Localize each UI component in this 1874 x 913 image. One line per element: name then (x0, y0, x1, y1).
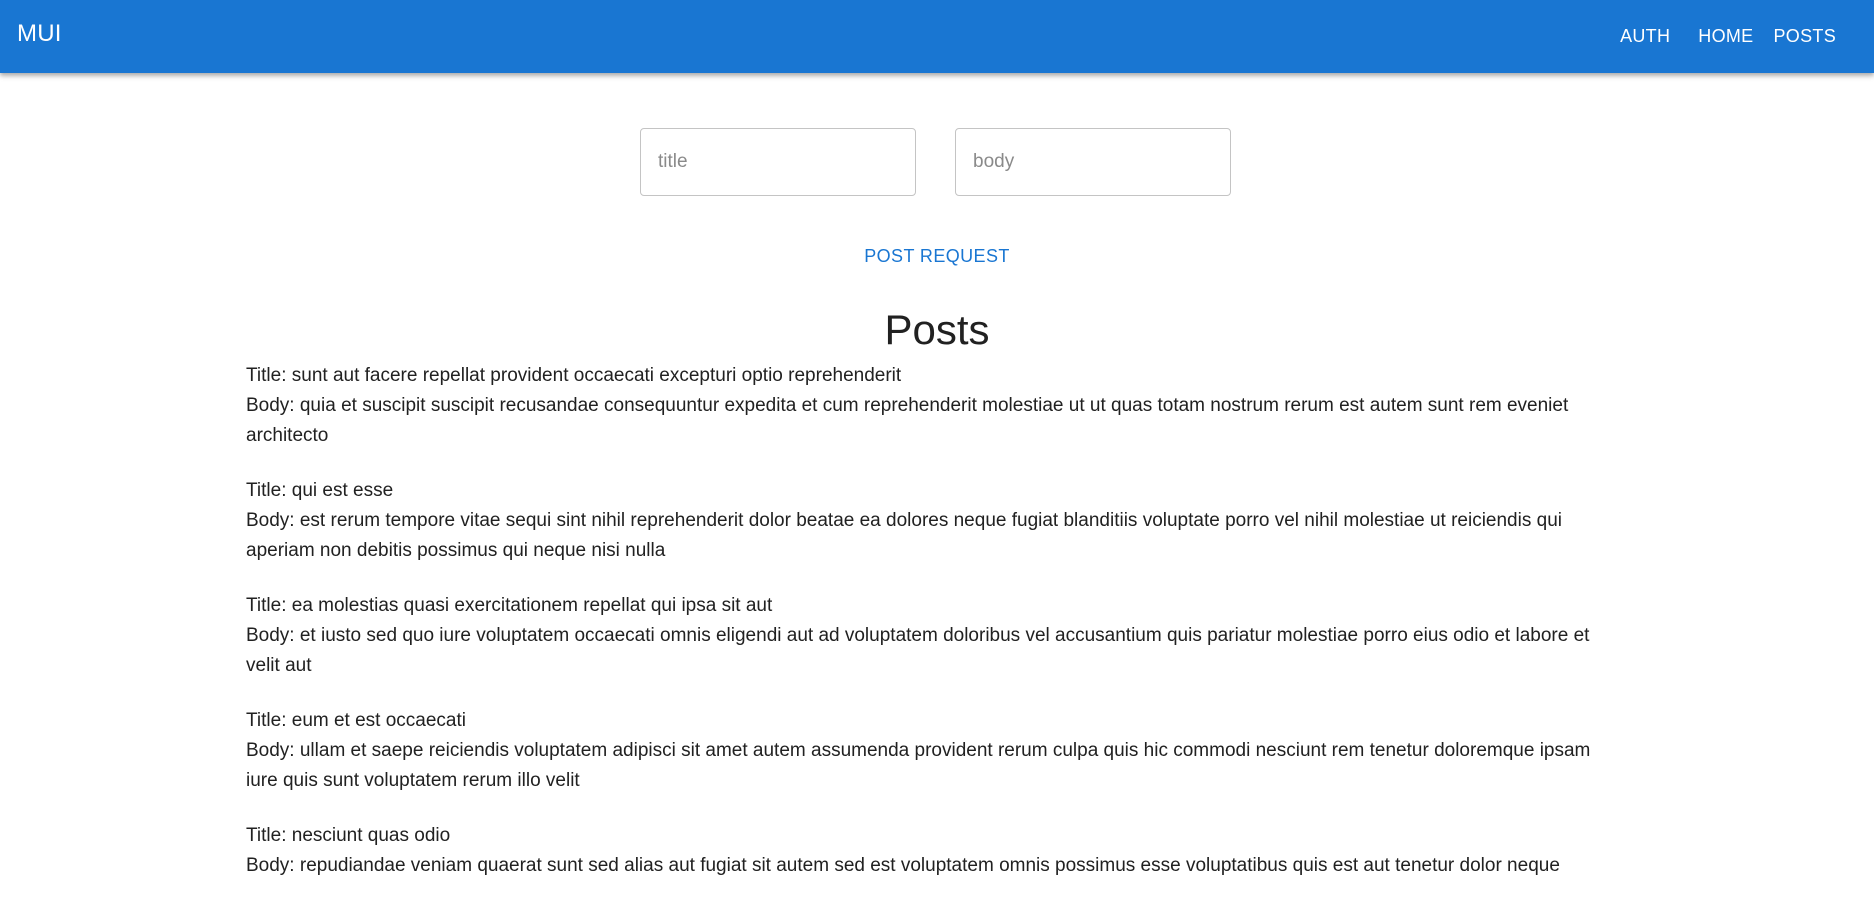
post-item: Title: eum et est occaecati Body: ullam … (246, 706, 1616, 796)
brand-logo[interactable]: MUI (17, 20, 62, 48)
posts-list: Title: sunt aut facere repellat providen… (246, 361, 1616, 906)
title-input[interactable] (641, 129, 915, 195)
nav-home-button[interactable]: HOME (1688, 20, 1763, 53)
nav-posts-button[interactable]: POSTS (1763, 20, 1846, 53)
post-item: Title: nesciunt quas odio Body: repudian… (246, 821, 1616, 881)
post-body: Body: et iusto sed quo iure voluptatem o… (246, 625, 1590, 676)
post-title: Title: nesciunt quas odio (246, 825, 451, 846)
post-item: Title: sunt aut facere repellat providen… (246, 361, 1616, 451)
post-body: Body: ullam et saepe reiciendis voluptat… (246, 740, 1591, 791)
app-bar: MUI AUTH HOME POSTS (0, 0, 1874, 73)
post-request-button[interactable]: POST REQUEST (856, 240, 1018, 272)
title-field (640, 128, 916, 196)
post-title: Title: sunt aut facere repellat providen… (246, 365, 902, 386)
body-field (955, 128, 1231, 196)
post-request-row: POST REQUEST (0, 246, 1874, 267)
post-body: Body: est rerum tempore vitae sequi sint… (246, 510, 1562, 561)
post-title: Title: eum et est occaecati (246, 710, 467, 731)
top-nav: AUTH HOME POSTS (1610, 0, 1846, 73)
nav-auth-button[interactable]: AUTH (1610, 20, 1680, 53)
posts-heading: Posts (884, 306, 990, 353)
post-title: Title: qui est esse (246, 480, 394, 501)
post-item: Title: ea molestias quasi exercitationem… (246, 591, 1616, 681)
body-input[interactable] (956, 129, 1230, 195)
post-title: Title: ea molestias quasi exercitationem… (246, 595, 773, 616)
post-item: Title: qui est esse Body: est rerum temp… (246, 476, 1616, 566)
post-body: Body: repudiandae veniam quaerat sunt se… (246, 855, 1560, 876)
post-body: Body: quia et suscipit suscipit recusand… (246, 395, 1569, 446)
